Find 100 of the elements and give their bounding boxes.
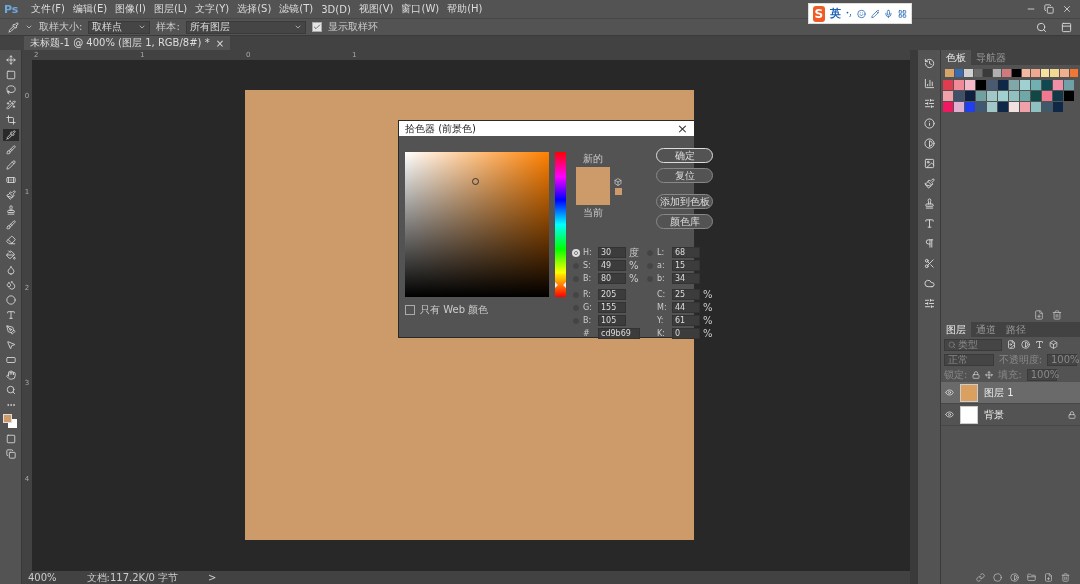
color-swatches-icon[interactable] [2,414,19,430]
menu-item[interactable]: 选择(S) [234,2,275,16]
color-swatch[interactable] [1009,102,1019,112]
eye-icon[interactable] [945,388,954,397]
hue-thumb[interactable] [555,282,566,289]
color-swatch[interactable] [1069,69,1079,77]
restore-icon[interactable] [1044,4,1054,14]
color-swatch[interactable] [1020,102,1030,112]
color-swatch[interactable] [1009,91,1019,101]
panel-tab[interactable]: 路径 [1001,322,1031,337]
color-swatch[interactable] [1040,69,1050,77]
value-field[interactable]: 44 [672,302,700,313]
hex-field[interactable]: cd9b69 [598,328,640,339]
document-tab[interactable]: 未标题-1 @ 400% (图层 1, RGB/8#) * × [24,36,231,50]
menu-item[interactable]: 滤镜(T) [276,2,317,16]
adjustment-filter-icon[interactable] [1021,340,1030,349]
close-tab-icon[interactable]: × [215,37,225,49]
sample-size-select[interactable]: 取样点 [88,20,151,34]
value-field[interactable]: 80 [598,273,626,284]
value-field[interactable]: 30 [598,247,626,258]
caret-icon[interactable] [25,23,33,31]
trash-icon[interactable] [1061,572,1070,582]
color-swatch[interactable] [1031,69,1040,77]
grid-icon[interactable] [898,7,907,20]
color-swatch[interactable] [1050,69,1059,77]
color-swatch[interactable] [987,102,997,112]
color-swatch[interactable] [1042,102,1052,112]
value-field[interactable]: 105 [598,315,626,326]
color-swatch[interactable] [973,69,983,77]
ime-mode-button[interactable]: 英 [829,6,841,21]
color-swatch[interactable] [1053,102,1063,112]
color-swatch[interactable] [987,80,997,90]
color-swatch[interactable] [1020,91,1030,101]
color-swatch[interactable] [976,80,986,90]
web-color-swatch[interactable] [614,187,622,195]
info-icon[interactable] [922,116,936,130]
color-swatch[interactable] [1021,69,1031,77]
type-filter-icon[interactable] [1035,340,1044,349]
color-swatch[interactable] [954,80,964,90]
menu-item[interactable]: 窗口(W) [398,2,443,16]
value-field[interactable]: 25 [672,289,700,300]
dialog-button[interactable]: 添加到色板 [656,194,713,209]
color-swatch[interactable] [998,91,1008,101]
color-swatch[interactable] [1002,69,1012,77]
color-field[interactable] [405,152,549,297]
status-arrow[interactable]: > [208,572,217,583]
color-swatch[interactable] [1012,69,1021,77]
folder-icon[interactable] [1027,572,1036,582]
move-icon[interactable] [985,370,994,379]
eyedropper-icon[interactable] [8,21,19,33]
value-field[interactable]: 61 [672,315,700,326]
close-button[interactable]: × [677,121,688,136]
trash-icon[interactable] [1052,310,1062,320]
color-swatch[interactable] [998,80,1008,90]
color-swatch[interactable] [954,69,964,77]
menu-item[interactable]: 编辑(E) [70,2,111,16]
cube-icon[interactable] [614,177,622,186]
color-swatch[interactable] [983,69,992,77]
color-swatch[interactable] [1064,91,1074,101]
value-field[interactable]: 49 [598,260,626,271]
layer-row[interactable]: 图层 1 [941,382,1080,404]
value-field[interactable]: 0 [672,328,700,339]
color-swatch[interactable] [965,80,975,90]
color-swatch[interactable] [965,102,975,112]
menu-item[interactable]: 视图(V) [355,2,397,16]
new-layer-icon[interactable] [1044,572,1053,582]
panel-tab[interactable]: 色板 [941,50,971,65]
value-field[interactable]: 205 [598,289,626,300]
color-swatch[interactable] [1053,80,1063,90]
color-swatch[interactable] [1042,91,1052,101]
color-swatch[interactable] [964,69,973,77]
color-swatch[interactable] [1031,102,1041,112]
color-swatch[interactable] [1053,91,1063,101]
sliders-icon[interactable] [922,296,936,310]
color-swatch[interactable] [1009,80,1019,90]
color-swatch[interactable] [1031,91,1041,101]
panel-tab[interactable]: 导航器 [971,50,1011,65]
contrast-icon[interactable] [922,136,936,150]
menu-item[interactable]: 3D(D) [318,3,354,15]
color-swatch[interactable] [998,102,1008,112]
value-field[interactable]: 68 [672,247,700,258]
color-swatch[interactable] [976,102,986,112]
color-swatch[interactable] [992,69,1002,77]
histogram-icon[interactable] [922,76,936,90]
color-swatch[interactable] [987,91,997,101]
eyedropper-icon[interactable] [2,129,19,141]
image-filter-icon[interactable] [1007,340,1016,349]
sample-select[interactable]: 所有图层 [185,20,306,34]
shape-filter-icon[interactable] [1049,340,1058,349]
menu-item[interactable]: 文字(Y) [192,2,233,16]
scissors-icon[interactable] [922,256,936,270]
color-swatch[interactable] [1059,69,1069,77]
checkbox[interactable] [405,305,415,315]
smile-icon[interactable] [856,7,866,20]
color-swatch[interactable] [954,91,964,101]
link-icon[interactable] [976,572,985,582]
sliders-icon[interactable] [922,96,936,110]
menu-item[interactable]: 帮助(H) [444,2,486,16]
close-icon[interactable] [1062,4,1072,14]
menu-item[interactable]: 图像(I) [112,2,149,16]
